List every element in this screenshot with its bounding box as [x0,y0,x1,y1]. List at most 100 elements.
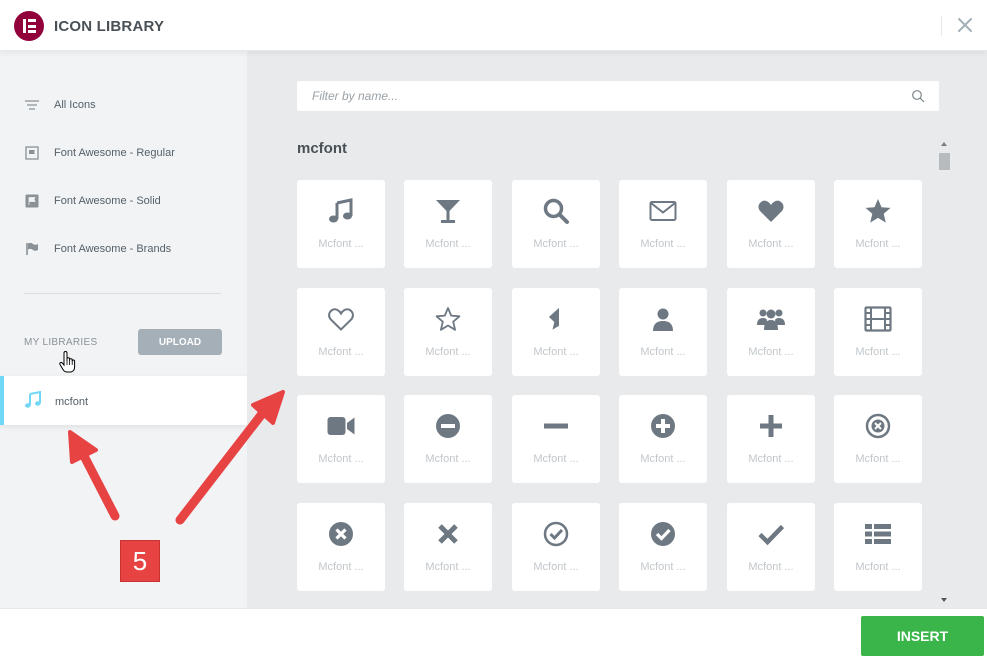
icon-tile-label: Mcfont ... [533,346,579,358]
sidebar-item-label: mcfont [55,396,89,408]
icon-tile[interactable]: Mcfont ... [834,288,922,376]
star-icon [863,196,893,226]
icon-tile-label: Mcfont ... [640,238,686,250]
library-section-title: mcfont [297,140,347,157]
icon-browser: mcfont Mcfont ... Mcfont ... Mcfont ... [247,51,987,608]
icon-tile-label: Mcfont ... [425,346,471,358]
modal-header: ICON LIBRARY [0,0,987,51]
icon-tile-label: Mcfont ... [748,561,794,573]
icon-tile-label: Mcfont ... [318,453,364,465]
modal-footer: INSERT [0,608,987,659]
icon-tile-label: Mcfont ... [855,453,901,465]
icon-tile[interactable]: Mcfont ... [727,288,815,376]
icon-tile[interactable]: Mcfont ... [619,180,707,268]
flag-regular-icon [24,145,40,161]
icon-tile[interactable]: Mcfont ... [834,395,922,483]
icon-tile-label: Mcfont ... [533,453,579,465]
icon-tile-label: Mcfont ... [855,238,901,250]
sidebar-item-font-awesome-regular[interactable]: Font Awesome - Regular [0,138,247,168]
video-camera-icon [326,411,356,441]
plus-circle-icon [648,411,678,441]
check-circle-icon [648,519,678,549]
scroll-down-arrow-icon[interactable] [941,598,947,602]
icon-tile[interactable]: Mcfont ... [512,288,600,376]
sidebar-item-font-awesome-brands[interactable]: Font Awesome - Brands [0,234,247,264]
icon-tile[interactable]: Mcfont ... [297,288,385,376]
icon-tile[interactable]: Mcfont ... [512,180,600,268]
icon-tile[interactable]: Mcfont ... [619,288,707,376]
icon-tile[interactable]: Mcfont ... [404,503,492,591]
lines-icon [24,97,40,113]
sidebar-item-all-icons[interactable]: All Icons [0,90,247,120]
icon-tile[interactable]: Mcfont ... [834,180,922,268]
icon-tile[interactable]: Mcfont ... [404,288,492,376]
icon-tile[interactable]: Mcfont ... [619,395,707,483]
scrollbar-thumb[interactable] [939,153,950,170]
icon-tile[interactable]: Mcfont ... [512,395,600,483]
search-input[interactable] [297,81,907,111]
sidebar-item-label: Font Awesome - Regular [54,147,175,159]
icon-tile[interactable]: Mcfont ... [404,180,492,268]
modal-title: ICON LIBRARY [54,18,165,35]
flag-solid-icon [24,193,40,209]
icon-tile[interactable]: Mcfont ... [834,503,922,591]
insert-button[interactable]: INSERT [861,616,984,656]
icon-tile[interactable]: Mcfont ... [512,503,600,591]
plus-icon [756,411,786,441]
header-divider [941,16,942,36]
icon-tile[interactable]: Mcfont ... [404,395,492,483]
icon-tile-label: Mcfont ... [425,561,471,573]
times-circle-icon [326,519,356,549]
heart-icon [756,196,786,226]
icon-tile[interactable]: Mcfont ... [727,395,815,483]
my-libraries-heading: MY LIBRARIES [24,337,98,348]
search-box [297,81,939,111]
close-icon [958,18,972,32]
glass-icon [433,196,463,226]
music-icon [24,390,42,409]
icon-tile[interactable]: Mcfont ... [297,395,385,483]
sidebar-item-mcfont[interactable]: mcfont [0,376,247,425]
scrollbar[interactable] [939,142,951,608]
icon-tile-label: Mcfont ... [318,346,364,358]
icon-tile[interactable]: Mcfont ... [727,180,815,268]
icon-tile-label: Mcfont ... [533,561,579,573]
search-icon [541,196,571,226]
icon-tile[interactable]: Mcfont ... [619,503,707,591]
icon-tile-label: Mcfont ... [425,453,471,465]
users-icon [756,304,786,334]
music-icon [326,196,356,226]
sidebar-item-label: Font Awesome - Brands [54,243,172,255]
envelope-icon [648,196,678,226]
sidebar-item-font-awesome-solid[interactable]: Font Awesome - Solid [0,186,247,216]
icon-tile-label: Mcfont ... [318,561,364,573]
upload-button[interactable]: UPLOAD [138,329,222,355]
star-outline-icon [433,304,463,334]
icon-tile-label: Mcfont ... [640,453,686,465]
icon-tile-label: Mcfont ... [748,238,794,250]
icon-tile-label: Mcfont ... [748,346,794,358]
scroll-up-arrow-icon[interactable] [941,142,947,146]
icon-tile-label: Mcfont ... [640,346,686,358]
icon-tile-label: Mcfont ... [748,453,794,465]
icon-tile[interactable]: Mcfont ... [297,503,385,591]
close-button[interactable] [955,15,975,35]
check-icon [756,519,786,549]
sidebar-item-label: All Icons [54,99,96,111]
elementor-logo-icon [14,11,44,41]
times-icon [433,519,463,549]
list-icon [863,519,893,549]
star-half-icon [541,304,571,334]
icon-tile-label: Mcfont ... [855,561,901,573]
icon-tile-label: Mcfont ... [640,561,686,573]
icon-tile[interactable]: Mcfont ... [727,503,815,591]
sidebar-divider [24,293,221,294]
sidebar: All Icons Font Awesome - Regular Font Aw… [0,51,247,608]
user-icon [648,304,678,334]
icon-tile-label: Mcfont ... [318,238,364,250]
icon-tile[interactable]: Mcfont ... [297,180,385,268]
icon-tile-label: Mcfont ... [855,346,901,358]
step-number-badge: 5 [120,540,160,582]
film-icon [863,304,893,334]
flag-brands-icon [24,241,40,257]
